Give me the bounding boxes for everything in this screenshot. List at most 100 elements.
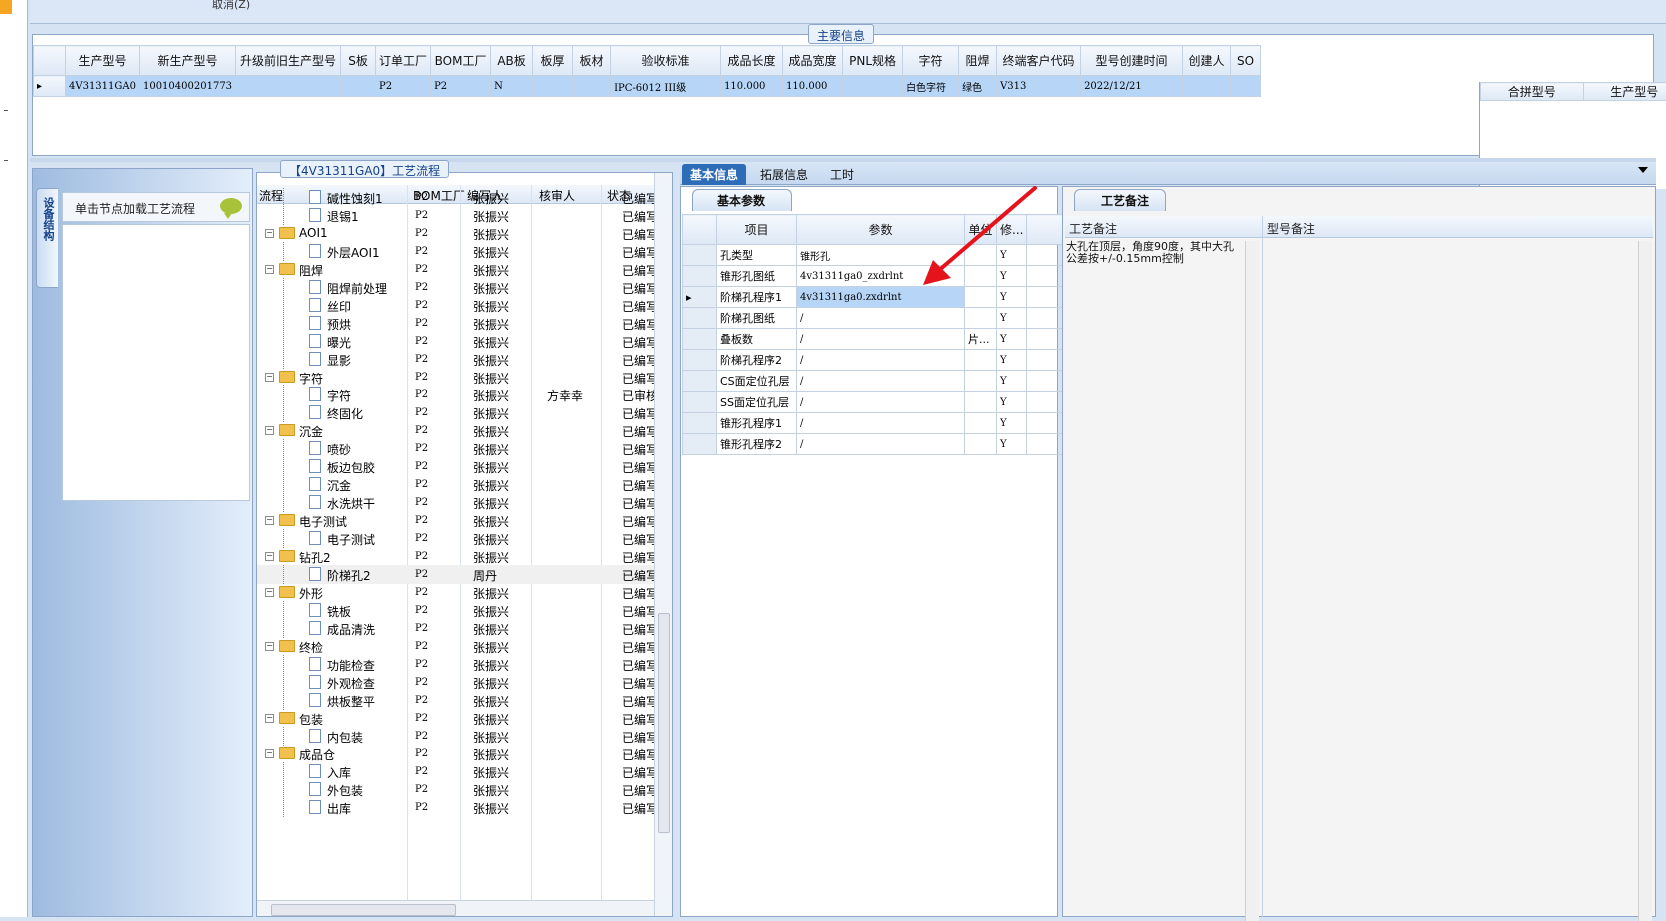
tree-step-row[interactable]: 预烘P2张振兴已编写 xyxy=(257,314,657,333)
row-indicator[interactable] xyxy=(683,413,717,434)
main-col-header[interactable]: 成品宽度 xyxy=(783,46,843,76)
main-cell[interactable]: 4V31311GA0 xyxy=(66,76,140,97)
tree-step-row[interactable]: 丝印P2张振兴已编写 xyxy=(257,296,657,315)
tree-group-row[interactable]: −沉金P2张振兴已编写 xyxy=(257,421,657,440)
main-cell[interactable]: IPC-6012 III级 xyxy=(611,76,721,97)
tree-step-row[interactable]: 显影P2张振兴已编写 xyxy=(257,350,657,369)
main-col-header[interactable]: 板材 xyxy=(573,46,611,76)
param-unit[interactable] xyxy=(965,308,997,329)
row-indicator[interactable] xyxy=(683,350,717,371)
param-item[interactable]: 阶梯孔程序1 xyxy=(717,287,797,308)
tree-step-row[interactable]: 板边包胶P2张振兴已编写 xyxy=(257,457,657,476)
collapse-icon[interactable]: − xyxy=(265,426,274,435)
main-col-header[interactable]: SO xyxy=(1231,46,1261,76)
param-row[interactable]: 叠板数/片...Y xyxy=(683,329,1063,350)
main-cell[interactable]: P2 xyxy=(376,76,431,97)
process-vertical-scrollbar[interactable] xyxy=(654,173,672,917)
row-indicator[interactable] xyxy=(683,266,717,287)
tree-step-row[interactable]: 出库P2张振兴已编写 xyxy=(257,798,657,817)
param-value[interactable]: / xyxy=(797,413,965,434)
param-row[interactable]: 阶梯孔图纸/Y xyxy=(683,308,1063,329)
main-col-header[interactable]: 创建人 xyxy=(1183,46,1231,76)
tree-step-row[interactable]: 字符P2张振兴方幸幸已审核 xyxy=(257,385,657,404)
process-note-text[interactable]: 大孔在顶层，角度90度，其中大孔公差按+/-0.15mm控制 xyxy=(1066,241,1242,265)
tree-step-row[interactable]: 成品清洗P2张振兴已编写 xyxy=(257,619,657,638)
tree-group-row[interactable]: −终检P2张振兴已编写 xyxy=(257,637,657,656)
tree-step-row[interactable]: 电子测试P2张振兴已编写 xyxy=(257,529,657,548)
tree-step-row[interactable]: 铣板P2张振兴已编写 xyxy=(257,601,657,620)
main-col-header[interactable]: 阻焊 xyxy=(959,46,997,76)
main-cell[interactable]: 白色字符 xyxy=(903,76,959,97)
tree-group-row[interactable]: −包装P2张振兴已编写 xyxy=(257,709,657,728)
row-indicator[interactable] xyxy=(683,329,717,350)
collapse-icon[interactable]: − xyxy=(265,265,274,274)
param-item[interactable]: 阶梯孔图纸 xyxy=(717,308,797,329)
main-col-header[interactable]: 升级前旧生产型号 xyxy=(236,46,341,76)
collapse-icon[interactable]: − xyxy=(265,749,274,758)
row-indicator[interactable] xyxy=(683,308,717,329)
basic-params-tab[interactable]: 基本参数 xyxy=(692,189,792,211)
collapse-icon[interactable]: − xyxy=(265,373,274,382)
param-unit[interactable] xyxy=(965,413,997,434)
cancel-fragment[interactable]: 取消(Z) xyxy=(212,0,250,12)
main-cell[interactable]: 2022/12/21 xyxy=(1081,76,1183,97)
main-col-header[interactable]: AB板 xyxy=(491,46,533,76)
param-item[interactable]: 阶梯孔程序2 xyxy=(717,350,797,371)
main-cell[interactable]: 110.000 xyxy=(783,76,843,97)
param-mod[interactable]: Y xyxy=(997,308,1027,329)
tree-group-row[interactable]: −钻孔2P2张振兴已编写 xyxy=(257,547,657,566)
param-unit[interactable]: 片... xyxy=(965,329,997,350)
param-row[interactable]: CS面定位孔层/Y xyxy=(683,371,1063,392)
collapse-icon[interactable]: − xyxy=(265,642,274,651)
tree-group-row[interactable]: −字符P2张振兴已编写 xyxy=(257,368,657,387)
param-item[interactable]: 孔类型 xyxy=(717,245,797,266)
tree-step-row[interactable]: 阻焊前处理P2张振兴已编写 xyxy=(257,278,657,297)
col-model-note[interactable]: 型号备注 xyxy=(1267,220,1315,237)
param-item[interactable]: CS面定位孔层 xyxy=(717,371,797,392)
param-unit[interactable] xyxy=(965,392,997,413)
tree-step-row[interactable]: 水洗烘干P2张振兴已编写 xyxy=(257,493,657,512)
param-mod[interactable]: Y xyxy=(997,413,1027,434)
param-value[interactable]: / xyxy=(797,371,965,392)
main-cell[interactable]: P2 xyxy=(431,76,491,97)
process-notes-tab[interactable]: 工艺备注 xyxy=(1074,189,1166,211)
param-item[interactable]: 锥形孔图纸 xyxy=(717,266,797,287)
col-process-note[interactable]: 工艺备注 xyxy=(1069,220,1117,237)
collapse-icon[interactable]: − xyxy=(265,552,274,561)
main-cell[interactable] xyxy=(236,76,341,97)
tree-step-row[interactable]: 外观检查P2张振兴已编写 xyxy=(257,673,657,692)
main-col-header[interactable]: 板厚 xyxy=(533,46,573,76)
tree-step-row[interactable]: 入库P2张振兴已编写 xyxy=(257,762,657,781)
device-tree-area[interactable] xyxy=(62,224,250,501)
collapse-icon[interactable]: − xyxy=(265,714,274,723)
note-scrollbar[interactable] xyxy=(1245,241,1259,921)
param-mod[interactable]: Y xyxy=(997,329,1027,350)
row-indicator[interactable]: ▸ xyxy=(683,287,717,308)
row-indicator[interactable] xyxy=(683,371,717,392)
param-mod[interactable]: Y xyxy=(997,350,1027,371)
main-cell[interactable]: N xyxy=(491,76,533,97)
tree-step-row[interactable]: 外层AOI1P2张振兴已编写 xyxy=(257,242,657,261)
main-cell[interactable] xyxy=(1231,76,1261,97)
tab-work-hours[interactable]: 工时 xyxy=(822,164,862,185)
tree-step-row[interactable]: 功能检查P2张振兴已编写 xyxy=(257,655,657,674)
param-row[interactable]: SS面定位孔层/Y xyxy=(683,392,1063,413)
main-col-header[interactable]: 新生产型号 xyxy=(139,46,235,76)
param-item[interactable]: SS面定位孔层 xyxy=(717,392,797,413)
collapse-icon[interactable]: − xyxy=(265,588,274,597)
param-item[interactable]: 锥形孔程序1 xyxy=(717,413,797,434)
row-indicator[interactable] xyxy=(683,434,717,455)
tree-group-row[interactable]: −电子测试P2张振兴已编写 xyxy=(257,511,657,530)
param-unit[interactable] xyxy=(965,371,997,392)
tree-step-row[interactable]: 碱性蚀刻1P2张振兴已编写 xyxy=(257,188,657,207)
tab-basic-info[interactable]: 基本信息 xyxy=(682,164,746,185)
row-indicator[interactable]: ▸ xyxy=(34,76,66,97)
main-info-row[interactable]: ▸ 4V31311GA010010400201773P2P2NIPC-6012 … xyxy=(34,76,1261,97)
row-indicator[interactable] xyxy=(683,392,717,413)
main-cell[interactable]: 绿色 xyxy=(959,76,997,97)
tree-step-row[interactable]: 曝光P2张振兴已编写 xyxy=(257,332,657,351)
main-col-header[interactable]: BOM工厂 xyxy=(431,46,491,76)
main-col-header[interactable]: 型号创建时间 xyxy=(1081,46,1183,76)
tree-step-row[interactable]: 外包装P2张振兴已编写 xyxy=(257,780,657,799)
main-col-header[interactable]: 成品长度 xyxy=(721,46,783,76)
